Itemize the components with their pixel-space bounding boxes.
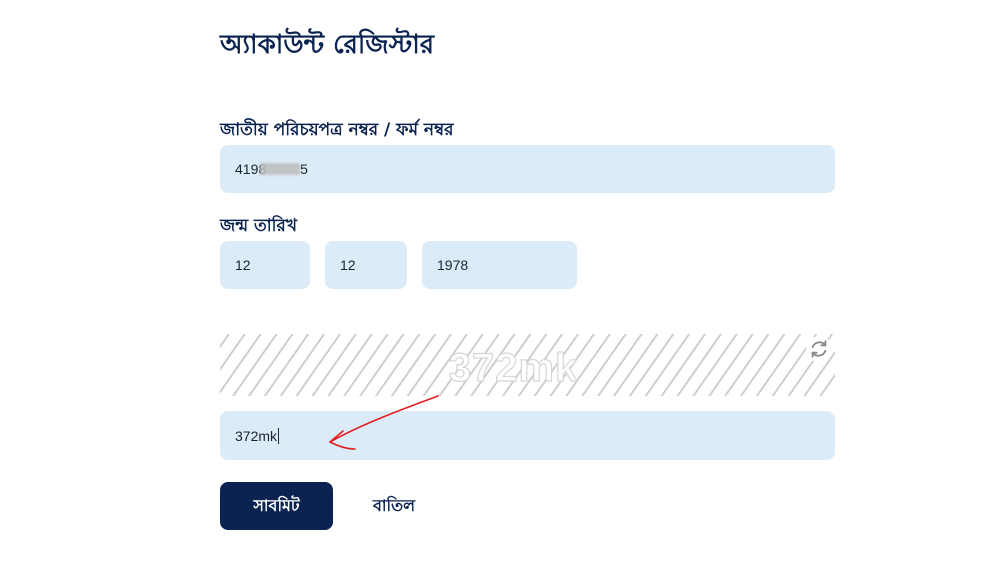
dob-year-input[interactable]: 1978	[422, 241, 577, 289]
refresh-icon	[811, 340, 827, 358]
nid-label: জাতীয় পরিচয়পত্র নম্বর / ফর্ম নম্বর	[220, 120, 454, 140]
submit-button[interactable]: সাবমিট	[220, 482, 333, 530]
page-title: অ্যাকাউন্ট রেজিস্টার	[220, 30, 435, 60]
captcha-input[interactable]: 372mk	[220, 411, 835, 460]
captcha-image-text: 372mk	[448, 345, 579, 390]
nid-value-suffix: 5	[300, 161, 308, 177]
dob-day-input[interactable]: 12	[220, 241, 310, 289]
captcha-image: 372mk	[220, 334, 835, 396]
captcha-input-value: 372mk	[235, 427, 278, 444]
redacted-mask	[260, 163, 301, 175]
dob-label: জন্ম তারিখ	[220, 216, 298, 236]
cancel-button[interactable]: বাতিল	[358, 482, 430, 530]
nid-input[interactable]: 4198 5	[220, 145, 835, 193]
captcha-refresh-button[interactable]	[806, 336, 832, 362]
dob-month-input[interactable]: 12	[325, 241, 407, 289]
text-caret	[278, 427, 280, 444]
